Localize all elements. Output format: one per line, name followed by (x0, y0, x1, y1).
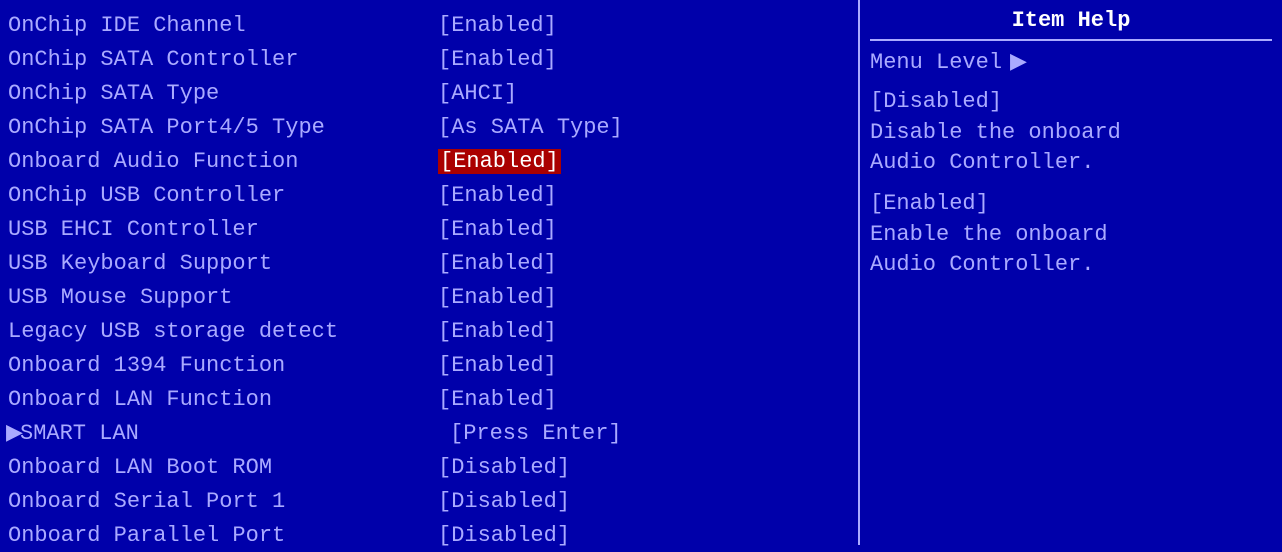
row-label: OnChip SATA Type (8, 81, 438, 106)
item-help-title: Item Help (870, 8, 1272, 41)
bios-row[interactable]: OnChip SATA Type[AHCI] (6, 76, 852, 110)
help-option-disabled: [Disabled] (870, 89, 1272, 114)
row-label: Onboard Serial Port 1 (8, 489, 438, 514)
menu-level-row: Menu Level ▶ (870, 49, 1272, 75)
bios-row[interactable]: USB Keyboard Support[Enabled] (6, 246, 852, 280)
row-label: Legacy USB storage detect (8, 319, 438, 344)
row-value: [Enabled] (438, 183, 557, 208)
row-label: Onboard 1394 Function (8, 353, 438, 378)
row-value: [Enabled] (438, 319, 557, 344)
row-label: OnChip SATA Controller (8, 47, 438, 72)
row-value: [Enabled] (438, 47, 557, 72)
row-label: OnChip IDE Channel (8, 13, 438, 38)
row-value: [Disabled] (438, 489, 570, 514)
bios-row[interactable]: Legacy USB storage detect[Enabled] (6, 314, 852, 348)
row-label: Onboard Parallel Port (8, 523, 438, 548)
bios-row[interactable]: Onboard LAN Boot ROM[Disabled] (6, 450, 852, 484)
row-value: [Disabled] (438, 523, 570, 548)
row-value: [Enabled] (438, 353, 557, 378)
row-value: [As SATA Type] (438, 115, 623, 140)
bios-row[interactable]: USB EHCI Controller[Enabled] (6, 212, 852, 246)
row-value: [Enabled] (438, 13, 557, 38)
row-value: [Enabled] (438, 387, 557, 412)
help-section-enabled: [Enabled] Enable the onboard Audio Contr… (870, 191, 1272, 279)
bios-row[interactable]: OnChip SATA Controller[Enabled] (6, 42, 852, 76)
row-label: SMART LAN (20, 421, 450, 446)
row-value: [AHCI] (438, 81, 517, 106)
help-section-disabled: [Disabled] Disable the onboard Audio Con… (870, 89, 1272, 177)
row-value: [Press Enter] (450, 421, 622, 446)
bios-row[interactable]: Onboard Audio Function[Enabled] (6, 144, 852, 178)
bios-row[interactable]: ▶SMART LAN[Press Enter] (6, 416, 852, 450)
row-value: [Enabled] (438, 251, 557, 276)
row-value: [Enabled] (438, 149, 561, 174)
right-panel: Item Help Menu Level ▶ [Disabled] Disabl… (860, 0, 1282, 545)
help-text-enabled-line1: Enable the onboard (870, 220, 1272, 250)
row-value: [Enabled] (438, 285, 557, 310)
bios-row[interactable]: USB Mouse Support[Enabled] (6, 280, 852, 314)
bios-row[interactable]: Onboard LAN Function[Enabled] (6, 382, 852, 416)
help-option-enabled: [Enabled] (870, 191, 1272, 216)
bios-row[interactable]: Onboard Parallel Port[Disabled] (6, 518, 852, 552)
left-panel: OnChip IDE Channel[Enabled]OnChip SATA C… (0, 0, 860, 545)
row-value: [Disabled] (438, 455, 570, 480)
row-label: USB Mouse Support (8, 285, 438, 310)
row-label: Onboard LAN Boot ROM (8, 455, 438, 480)
bios-row[interactable]: Onboard Serial Port 1[Disabled] (6, 484, 852, 518)
row-value: [Enabled] (438, 217, 557, 242)
bios-row[interactable]: OnChip USB Controller[Enabled] (6, 178, 852, 212)
bios-row[interactable]: OnChip IDE Channel[Enabled] (6, 8, 852, 42)
row-label: OnChip USB Controller (8, 183, 438, 208)
menu-level-label: Menu Level (870, 50, 1002, 75)
bios-row[interactable]: Onboard 1394 Function[Enabled] (6, 348, 852, 382)
row-label: USB EHCI Controller (8, 217, 438, 242)
row-label: USB Keyboard Support (8, 251, 438, 276)
bios-row[interactable]: OnChip SATA Port4/5 Type[As SATA Type] (6, 110, 852, 144)
row-label: Onboard Audio Function (8, 149, 438, 174)
help-text-enabled-line2: Audio Controller. (870, 250, 1272, 280)
row-label: OnChip SATA Port4/5 Type (8, 115, 438, 140)
smart-lan-marker: ▶ (6, 420, 23, 446)
help-text-disabled-line1: Disable the onboard (870, 118, 1272, 148)
bios-screen: OnChip IDE Channel[Enabled]OnChip SATA C… (0, 0, 1282, 545)
help-text-disabled-line2: Audio Controller. (870, 148, 1272, 178)
menu-level-arrow: ▶ (1010, 49, 1027, 75)
row-label: Onboard LAN Function (8, 387, 438, 412)
